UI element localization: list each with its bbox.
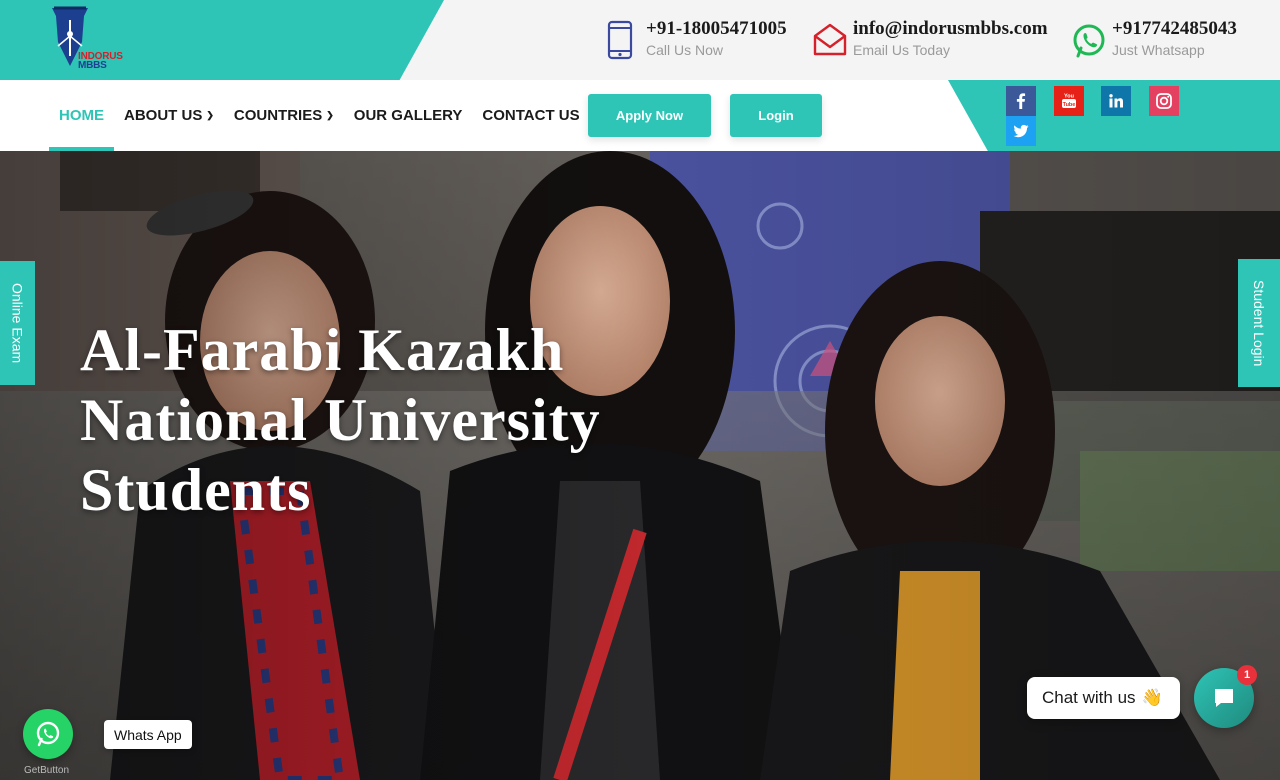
nav-contact-us[interactable]: CONTACT US <box>472 80 589 151</box>
facebook-icon <box>1016 93 1026 109</box>
nav-home[interactable]: HOME <box>49 80 114 151</box>
student-login-label: Student Login <box>1251 279 1267 367</box>
unread-count-badge: 1 <box>1237 665 1257 685</box>
nav-about-us-label: ABOUT US <box>124 107 203 124</box>
login-button[interactable]: Login <box>730 94 822 137</box>
hero-title-line-1: Al-Farabi Kazakh <box>80 317 565 383</box>
twitter-icon <box>1013 124 1029 138</box>
contact-phone[interactable]: +91-18005471005 Call Us Now <box>606 18 787 62</box>
whatsapp-icon <box>36 721 60 747</box>
nav-home-label: HOME <box>59 107 104 124</box>
nav-about-us[interactable]: ABOUT US ❯ <box>114 80 224 151</box>
mobile-phone-icon <box>607 20 633 60</box>
hero-title-line-2: National University <box>80 387 601 453</box>
linkedin-link[interactable] <box>1101 86 1131 116</box>
phone-number[interactable]: +91-18005471005 <box>646 18 787 40</box>
whatsapp-float-button[interactable] <box>23 709 73 759</box>
nav-countries[interactable]: COUNTRIES ❯ <box>224 80 344 151</box>
instagram-icon <box>1156 93 1172 109</box>
instagram-link[interactable] <box>1149 86 1179 116</box>
whatsapp-widget-label[interactable]: Whats App <box>104 720 192 749</box>
chevron-down-icon: ❯ <box>326 110 334 120</box>
chevron-down-icon: ❯ <box>206 110 214 120</box>
primary-nav: HOME ABOUT US ❯ COUNTRIES ❯ OUR GALLERY … <box>49 80 590 151</box>
facebook-link[interactable] <box>1006 86 1036 116</box>
hero-title: Al-Farabi Kazakh National University Stu… <box>80 315 700 525</box>
online-exam-tab[interactable]: Online Exam <box>0 261 35 385</box>
chat-with-us-bubble[interactable]: Chat with us 👋 <box>1027 677 1180 719</box>
whatsapp-icon <box>1073 24 1105 58</box>
chat-icon <box>1215 689 1233 707</box>
youtube-icon: Tube You <box>1062 94 1076 108</box>
svg-text:You: You <box>1064 94 1074 100</box>
whatsapp-number[interactable]: +917742485043 <box>1112 18 1237 40</box>
twitter-link[interactable] <box>1006 116 1036 146</box>
contact-whatsapp[interactable]: +917742485043 Just Whatsapp <box>1072 18 1242 62</box>
nav-countries-label: COUNTRIES <box>233 107 323 124</box>
nav-contact-us-label: CONTACT US <box>482 107 580 124</box>
linkedin-icon <box>1109 94 1123 108</box>
logo-wordmark: INDORUS MBBS <box>78 51 123 71</box>
chat-bubble-text: Chat with us <box>1042 688 1136 707</box>
whatsapp-caption: Just Whatsapp <box>1112 42 1205 58</box>
phone-caption: Call Us Now <box>646 42 724 58</box>
envelope-icon <box>813 23 847 56</box>
online-exam-label: Online Exam <box>9 282 26 364</box>
svg-text:Tube: Tube <box>1063 102 1076 108</box>
hero-title-line-3: Students <box>80 457 312 523</box>
apply-now-button[interactable]: Apply Now <box>588 94 711 137</box>
email-address[interactable]: info@indorusmbbs.com <box>853 18 1048 40</box>
contact-email[interactable]: info@indorusmbbs.com Email Us Today <box>813 18 1048 62</box>
nav-our-gallery-label: OUR GALLERY <box>353 107 463 124</box>
student-login-tab[interactable]: Student Login <box>1238 259 1280 387</box>
youtube-link[interactable]: Tube You <box>1054 86 1084 116</box>
nav-our-gallery[interactable]: OUR GALLERY <box>344 80 473 151</box>
email-caption: Email Us Today <box>853 42 951 58</box>
waving-hand-icon: 👋 <box>1141 688 1163 707</box>
getbutton-credit[interactable]: GetButton <box>24 765 69 776</box>
